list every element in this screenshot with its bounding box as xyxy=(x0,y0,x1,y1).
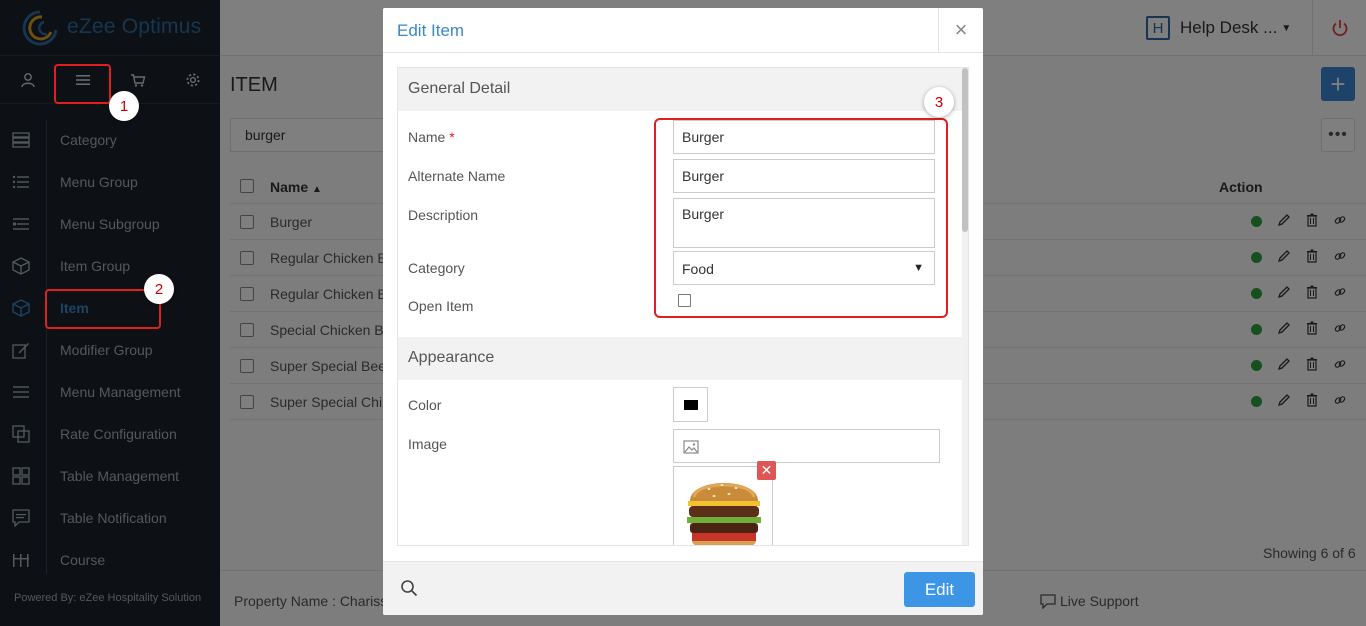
color-label: Color xyxy=(408,397,442,413)
modal-header: Edit Item × xyxy=(383,8,983,53)
general-detail-title: General Detail xyxy=(408,80,511,97)
name-label: Name * xyxy=(408,129,455,145)
appearance-section-header: Appearance xyxy=(398,337,964,380)
image-label: Image xyxy=(408,436,447,452)
required-mark: * xyxy=(449,129,455,145)
description-label: Description xyxy=(408,207,479,223)
image-upload-input[interactable] xyxy=(673,429,940,463)
modal-footer: Edit xyxy=(383,561,983,615)
edit-item-modal: Edit Item × General Detail Name * Altern… xyxy=(383,8,983,615)
search-icon xyxy=(401,580,418,597)
scrollbar-thumb[interactable] xyxy=(962,68,968,232)
callout-highlight-item xyxy=(45,289,161,329)
remove-image-button[interactable]: ✕ xyxy=(757,461,776,480)
callout-badge-1: 1 xyxy=(109,91,139,121)
color-swatch xyxy=(683,399,698,410)
close-button[interactable]: × xyxy=(938,8,983,52)
search-button[interactable] xyxy=(400,579,418,600)
callout-badge-3: 3 xyxy=(924,87,954,117)
color-picker-button[interactable] xyxy=(673,387,708,422)
close-icon: ✕ xyxy=(760,462,773,478)
modal-body[interactable]: General Detail Name * Alternate Name Des… xyxy=(397,67,969,546)
callout-badge-2: 2 xyxy=(144,274,174,304)
appearance-title: Appearance xyxy=(408,349,495,366)
open-item-label: Open Item xyxy=(408,298,474,314)
callout-highlight-menu-tab xyxy=(54,64,111,104)
category-label: Category xyxy=(408,260,465,276)
alternate-name-label: Alternate Name xyxy=(408,168,506,184)
modal-title: Edit Item xyxy=(397,21,465,40)
general-detail-section-header: General Detail xyxy=(398,68,964,111)
image-icon xyxy=(683,440,699,454)
modal-scrollbar[interactable] xyxy=(962,68,968,545)
edit-button[interactable]: Edit xyxy=(904,572,975,607)
callout-highlight-fields xyxy=(654,118,948,318)
